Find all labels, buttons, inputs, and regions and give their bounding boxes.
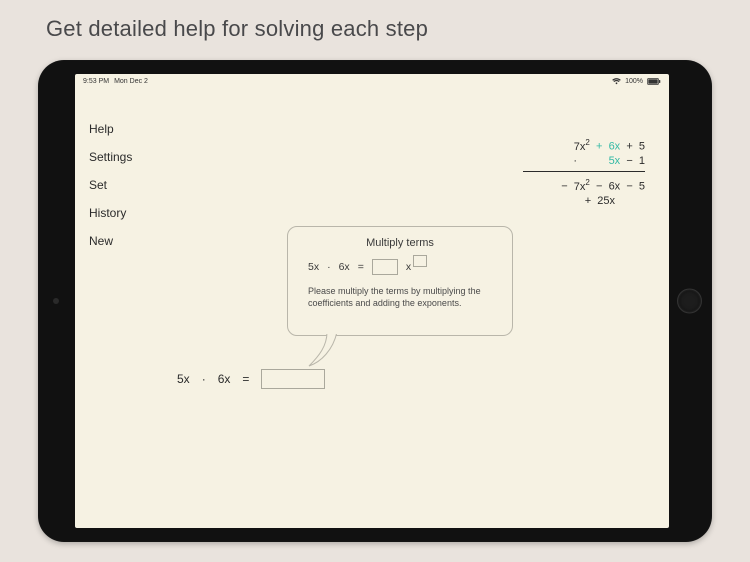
nav-history[interactable]: History bbox=[89, 206, 132, 220]
eq-a: 5x bbox=[177, 372, 190, 386]
nav-set[interactable]: Set bbox=[89, 178, 132, 192]
nav-settings[interactable]: Settings bbox=[89, 150, 132, 164]
nav-help[interactable]: Help bbox=[89, 122, 132, 136]
poly-r2-dot: · bbox=[573, 155, 578, 167]
poly-r1-c: 5 bbox=[639, 141, 645, 153]
status-date: Mon Dec 2 bbox=[114, 78, 148, 85]
nav-new[interactable]: New bbox=[89, 234, 132, 248]
poly-r2-op: − bbox=[626, 155, 632, 167]
tooltip-lhs-b: 6x bbox=[339, 261, 350, 273]
poly-r3-op1: − bbox=[596, 181, 602, 193]
poly-rule bbox=[523, 171, 645, 172]
nav-menu: Help Settings Set History New bbox=[89, 122, 132, 248]
poly-r3-lead: − bbox=[561, 181, 567, 193]
tooltip-eq-sign: = bbox=[358, 261, 364, 273]
tooltip-coef-input[interactable] bbox=[372, 259, 398, 275]
tooltip-dot: · bbox=[327, 261, 331, 273]
eq-sign: = bbox=[242, 372, 249, 386]
poly-r3-b: 6x bbox=[609, 181, 621, 193]
poly-r1-op1: + bbox=[596, 141, 602, 153]
poly-r4-a: 25x bbox=[597, 195, 615, 207]
help-tooltip: Multiply terms 5x · 6x = x Please multip… bbox=[287, 226, 513, 336]
status-bar: 9:53 PM Mon Dec 2 100% bbox=[75, 74, 669, 88]
eq-dot: · bbox=[202, 372, 206, 386]
home-button[interactable] bbox=[677, 289, 702, 314]
tooltip-tail bbox=[307, 332, 341, 368]
battery-icon bbox=[647, 78, 661, 85]
poly-row-4: + 25x bbox=[523, 192, 645, 210]
tooltip-lhs-a: 5x bbox=[308, 261, 319, 273]
poly-r3-c: 5 bbox=[639, 181, 645, 193]
tooltip-title: Multiply terms bbox=[302, 237, 498, 249]
tablet-frame: 9:53 PM Mon Dec 2 100% Help Settings Set… bbox=[38, 60, 712, 542]
poly-r1-op2: + bbox=[626, 141, 632, 153]
poly-row-3: − 7x2 − 6x − 5 bbox=[523, 174, 645, 192]
wifi-icon bbox=[612, 78, 621, 85]
answer-input[interactable] bbox=[261, 369, 325, 389]
tooltip-description: Please multiply the terms by multiplying… bbox=[302, 285, 498, 309]
status-battery-text: 100% bbox=[625, 78, 643, 85]
status-time: 9:53 PM bbox=[83, 78, 109, 85]
tablet-camera bbox=[53, 298, 59, 304]
tooltip-equation: 5x · 6x = x bbox=[302, 259, 498, 275]
poly-r1-b: 6x bbox=[609, 141, 621, 153]
eq-b: 6x bbox=[218, 372, 231, 386]
tooltip-x-label: x bbox=[406, 261, 411, 273]
poly-r2-b: 1 bbox=[639, 155, 645, 167]
poly-r3-op2: − bbox=[626, 181, 632, 193]
poly-r3-a: 7x2 bbox=[574, 181, 590, 193]
answer-equation: 5x · 6x = bbox=[177, 369, 325, 389]
poly-r1-a: 7x2 bbox=[574, 141, 590, 153]
poly-r2-a: 5x bbox=[609, 155, 621, 167]
marketing-caption: Get detailed help for solving each step bbox=[46, 16, 428, 42]
poly-row-1: 7x2 + 6x + 5 bbox=[523, 134, 645, 152]
poly-row-2: · 5x − 1 bbox=[523, 152, 645, 170]
app-screen: 9:53 PM Mon Dec 2 100% Help Settings Set… bbox=[75, 74, 669, 528]
poly-r4-op: + bbox=[585, 195, 591, 207]
tooltip-exp-input[interactable] bbox=[413, 255, 427, 267]
polynomial-work: 7x2 + 6x + 5 · 5x − 1 − 7x2 − 6x bbox=[523, 134, 645, 210]
